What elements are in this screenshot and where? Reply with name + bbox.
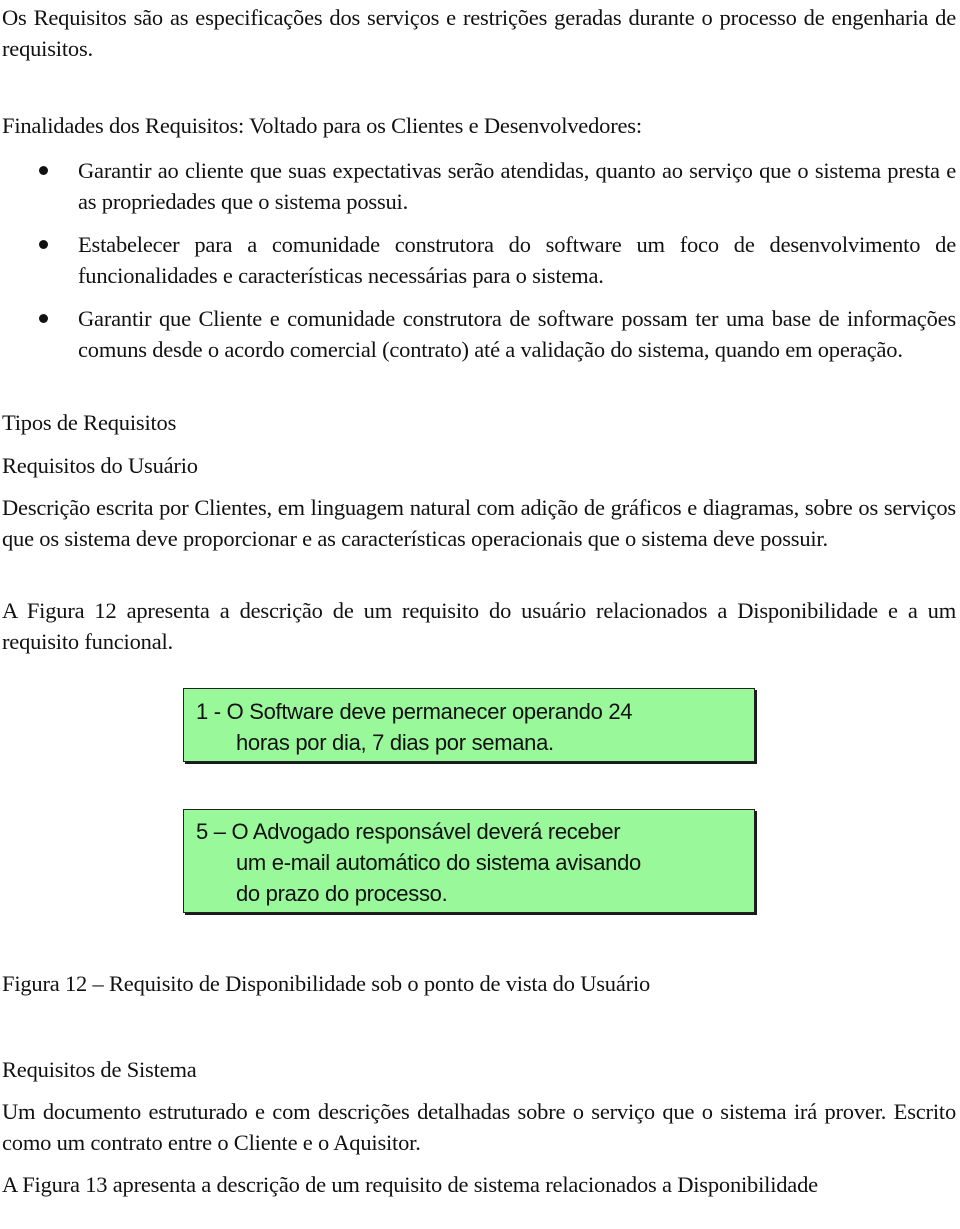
requirement-line: horas por dia, 7 dias por semana. (236, 730, 554, 755)
requirement-line: 5 – O Advogado responsável deverá recebe… (196, 819, 621, 844)
tipos-heading: Tipos de Requisitos (2, 410, 177, 435)
requirement-box-email: 5 – O Advogado responsável deverá recebe… (183, 809, 755, 913)
bullet-icon (39, 314, 48, 323)
figure12-intro: A Figura 12 apresenta a descrição de um … (2, 598, 956, 654)
sistema-heading: Requisitos de Sistema (2, 1057, 197, 1082)
finalidades-heading: Finalidades dos Requisitos: Voltado para… (2, 113, 642, 138)
usuario-description: Descrição escrita por Clientes, em lingu… (2, 495, 956, 551)
figure13-intro: A Figura 13 apresenta a descrição de um … (2, 1172, 818, 1197)
bullet-icon (39, 166, 48, 175)
requirement-line: do prazo do processo. (236, 881, 448, 906)
requirement-box-availability: 1 - O Software deve permanecer operando … (183, 688, 755, 762)
sistema-description: Um documento estruturado e com descriçõe… (2, 1099, 956, 1155)
requirement-line: 1 - O Software deve permanecer operando … (196, 699, 633, 724)
intro-paragraph: Os Requisitos são as especificações dos … (2, 5, 956, 61)
bullet-icon (39, 240, 48, 249)
usuario-heading: Requisitos do Usuário (2, 453, 198, 478)
bullet-text: Garantir que Cliente e comunidade constr… (78, 306, 956, 362)
bullet-text: Garantir ao cliente que suas expectativa… (78, 158, 956, 214)
requirement-line: um e-mail automático do sistema avisando (236, 850, 641, 875)
bullet-text: Estabelecer para a comunidade construtor… (78, 232, 956, 288)
figure12-caption: Figura 12 – Requisito de Disponibilidade… (2, 971, 651, 996)
